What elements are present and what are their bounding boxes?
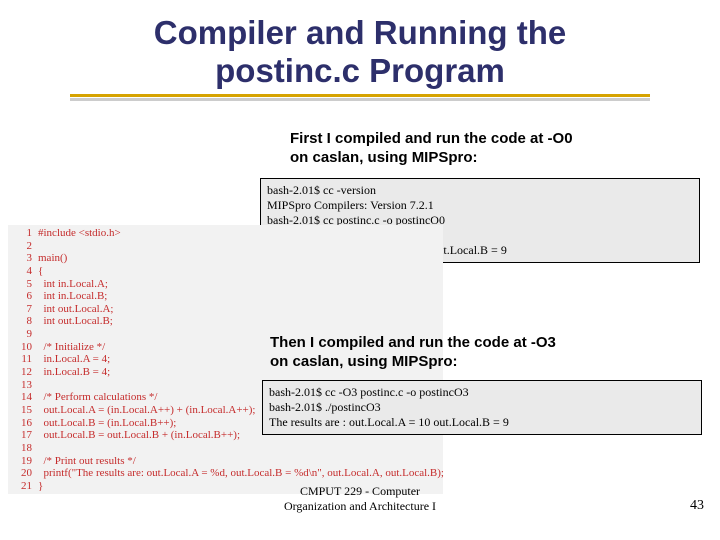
code-text: int out.Local.B; bbox=[38, 315, 113, 327]
term-line: The results are : out.Local.A = 10 out.L… bbox=[269, 415, 695, 430]
footer-line-2: Organization and Architecture I bbox=[284, 499, 436, 513]
code-text: /* Initialize */ bbox=[38, 341, 105, 353]
line-number: 14 bbox=[12, 391, 32, 404]
code-text: /* Print out results */ bbox=[38, 455, 136, 467]
line-number: 16 bbox=[12, 417, 32, 430]
line-number: 13 bbox=[12, 379, 32, 392]
code-text: int in.Local.A; bbox=[38, 278, 108, 290]
page-number: 43 bbox=[690, 498, 704, 514]
code-line: 6 int in.Local.B; bbox=[12, 290, 439, 303]
line-number: 15 bbox=[12, 404, 32, 417]
line-number: 18 bbox=[12, 442, 32, 455]
line-number: 5 bbox=[12, 278, 32, 291]
code-line: 1 #include <stdio.h> bbox=[12, 227, 439, 240]
footer-text: CMPUT 229 - Computer Organization and Ar… bbox=[0, 484, 720, 514]
terminal-output-2: bash-2.01$ cc -O3 postinc.c -o postincO3… bbox=[262, 380, 702, 435]
term-line: MIPSpro Compilers: Version 7.2.1 bbox=[267, 198, 693, 213]
line-number: 17 bbox=[12, 429, 32, 442]
title-line-2: postinc.c Program bbox=[215, 52, 505, 89]
intro-line-1: First I compiled and run the code at -O0 bbox=[290, 130, 573, 147]
line-number: 12 bbox=[12, 366, 32, 379]
code-line: 5 int in.Local.A; bbox=[12, 278, 439, 291]
code-text: printf("The results are: out.Local.A = %… bbox=[38, 467, 444, 479]
code-line: 4{ bbox=[12, 265, 439, 278]
code-text: /* Perform calculations */ bbox=[38, 391, 157, 403]
code-text: #include <stdio.h> bbox=[38, 227, 121, 239]
code-text: { bbox=[38, 265, 43, 277]
code-text: int in.Local.B; bbox=[38, 290, 107, 302]
code-line: 2 bbox=[12, 240, 439, 253]
term-line: bash-2.01$ cc -version bbox=[267, 183, 693, 198]
line-number: 9 bbox=[12, 328, 32, 341]
code-line: 18 bbox=[12, 442, 439, 455]
mid-text: Then I compiled and run the code at -O3 … bbox=[270, 334, 556, 372]
mid-line-2: on caslan, using MIPSpro: bbox=[270, 353, 458, 370]
code-text: out.Local.B = (in.Local.B++); bbox=[38, 417, 176, 429]
code-text: out.Local.B = out.Local.B + (in.Local.B+… bbox=[38, 429, 240, 441]
line-number: 2 bbox=[12, 240, 32, 253]
code-line: 7 int out.Local.A; bbox=[12, 303, 439, 316]
intro-line-2: on caslan, using MIPSpro: bbox=[290, 149, 478, 166]
code-line: 20 printf("The results are: out.Local.A … bbox=[12, 467, 439, 480]
line-number: 7 bbox=[12, 303, 32, 316]
code-text: in.Local.B = 4; bbox=[38, 366, 110, 378]
slide-title: Compiler and Running the postinc.c Progr… bbox=[0, 0, 720, 90]
line-number: 8 bbox=[12, 315, 32, 328]
title-underline bbox=[70, 94, 650, 97]
footer-line-1: CMPUT 229 - Computer bbox=[300, 484, 420, 498]
code-text: out.Local.A = (in.Local.A++) + (in.Local… bbox=[38, 404, 255, 416]
line-number: 4 bbox=[12, 265, 32, 278]
line-number: 19 bbox=[12, 455, 32, 468]
code-text: int out.Local.A; bbox=[38, 303, 113, 315]
code-line: 3 main() bbox=[12, 252, 439, 265]
line-number: 3 bbox=[12, 252, 32, 265]
term-line: bash-2.01$ ./postincO3 bbox=[269, 400, 695, 415]
title-line-1: Compiler and Running the bbox=[154, 14, 566, 51]
intro-text: First I compiled and run the code at -O0… bbox=[290, 130, 573, 168]
line-number: 1 bbox=[12, 227, 32, 240]
line-number: 6 bbox=[12, 290, 32, 303]
line-number: 20 bbox=[12, 467, 32, 480]
mid-line-1: Then I compiled and run the code at -O3 bbox=[270, 334, 556, 351]
code-line: 8 int out.Local.B; bbox=[12, 315, 439, 328]
code-text: in.Local.A = 4; bbox=[38, 353, 110, 365]
line-number: 10 bbox=[12, 341, 32, 354]
code-text: main() bbox=[38, 252, 67, 264]
code-line: 19 /* Print out results */ bbox=[12, 455, 439, 468]
line-number: 11 bbox=[12, 353, 32, 366]
term-line: bash-2.01$ cc -O3 postinc.c -o postincO3 bbox=[269, 385, 695, 400]
